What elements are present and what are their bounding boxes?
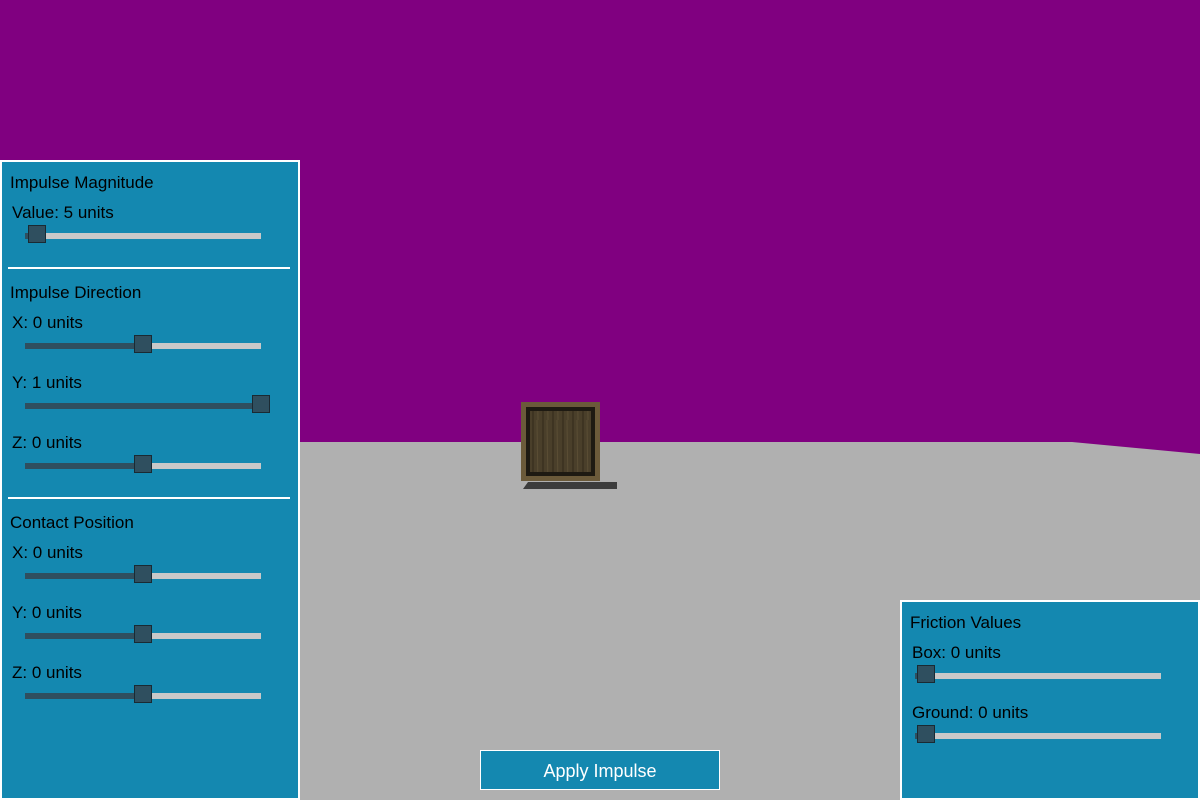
friction-values-panel: Friction Values Box: 0 units Ground: 0 u… [900,600,1200,800]
friction-box-slider[interactable] [915,665,1161,683]
slider-thumb[interactable] [134,455,152,473]
slider-fill [25,463,143,469]
slider-fill [25,403,261,409]
impulse-direction-y-label: Y: 1 units [12,373,82,392]
slider-thumb[interactable] [134,625,152,643]
wooden-crate[interactable] [521,402,600,481]
contact-position-z-slider[interactable] [25,685,261,703]
impulse-magnitude-title: Impulse Magnitude [10,173,154,192]
friction-ground-slider[interactable] [915,725,1161,743]
friction-values-title: Friction Values [910,613,1022,632]
slider-thumb[interactable] [134,565,152,583]
impulse-direction-x-slider[interactable] [25,335,261,353]
impulse-direction-title: Impulse Direction [10,283,142,302]
impulse-magnitude-value-label: Value: 5 units [12,203,114,222]
impulse-direction-x-label: X: 0 units [12,313,83,332]
slider-thumb[interactable] [27,225,46,243]
slider-thumb[interactable] [134,685,152,703]
contact-position-z-label: Z: 0 units [12,663,82,682]
impulse-direction-z-label: Z: 0 units [12,433,82,452]
section-divider [8,497,290,499]
slider-thumb[interactable] [917,665,935,683]
contact-position-x-label: X: 0 units [12,543,83,562]
friction-box-label: Box: 0 units [912,643,1001,662]
slider-fill [25,633,143,639]
slider-fill [25,573,143,579]
slider-thumb[interactable] [917,725,935,743]
contact-position-x-slider[interactable] [25,565,261,583]
impulse-direction-y-slider[interactable] [25,395,270,413]
slider-fill [25,693,143,699]
impulse-controls-panel: Impulse Magnitude Value: 5 units Impulse… [0,160,300,800]
contact-position-title: Contact Position [10,513,134,532]
slider-fill [25,343,143,349]
slider-thumb[interactable] [134,335,152,353]
slider-thumb[interactable] [252,395,270,413]
friction-ground-label: Ground: 0 units [912,703,1029,722]
section-divider [8,267,290,269]
contact-position-y-slider[interactable] [25,625,261,643]
apply-impulse-button[interactable]: Apply Impulse [480,750,720,790]
crate-shadow [523,482,617,489]
contact-position-y-label: Y: 0 units [12,603,82,622]
impulse-magnitude-slider[interactable] [25,225,261,243]
impulse-direction-z-slider[interactable] [25,455,261,473]
